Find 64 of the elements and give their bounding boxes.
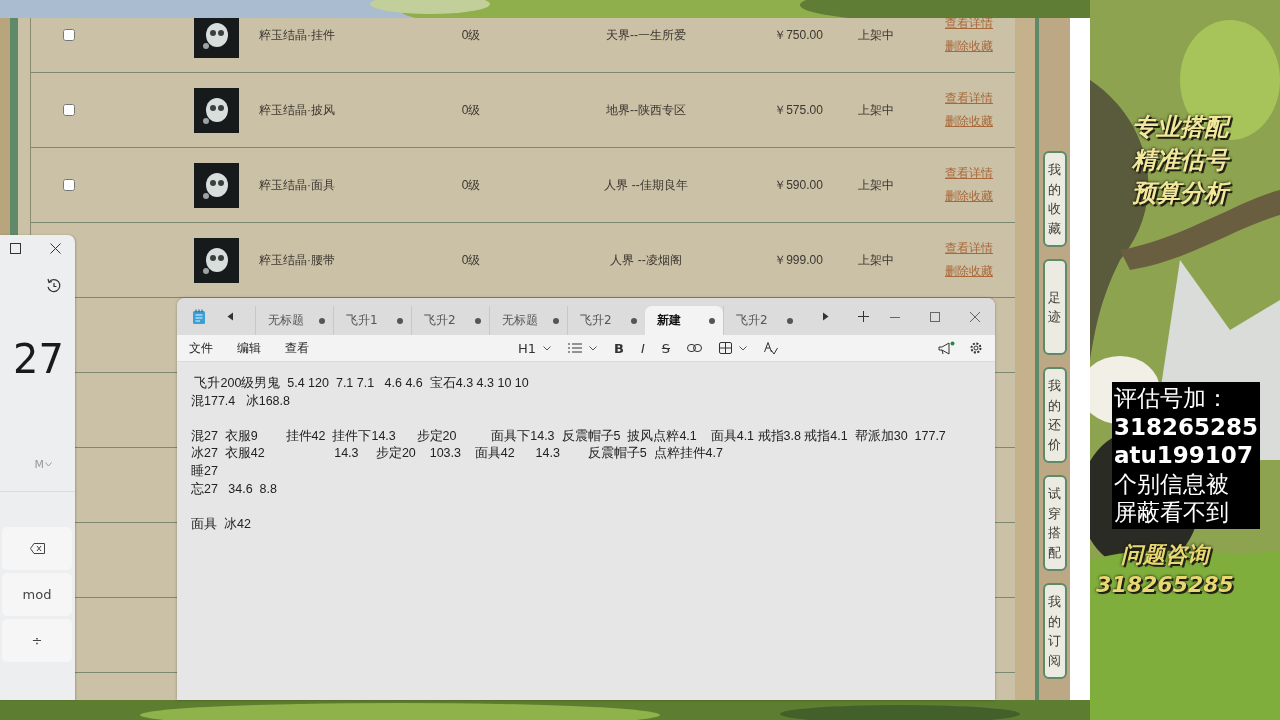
caret-icon[interactable] — [739, 345, 748, 351]
table-icon[interactable] — [719, 342, 733, 354]
row-checkbox[interactable] — [63, 104, 75, 116]
unsaved-dot-icon — [475, 317, 481, 324]
item-status: 上架中 — [857, 101, 895, 119]
item-grade: 0级 — [460, 251, 482, 269]
document-tab[interactable]: 新建 — [645, 306, 723, 335]
item-status: 上架中 — [857, 176, 895, 194]
menu-item[interactable]: 编辑 — [237, 339, 261, 357]
item-grade: 0级 — [460, 26, 482, 44]
unsaved-dot-icon — [787, 317, 793, 324]
unsaved-dot-icon — [397, 317, 403, 324]
backspace-icon — [29, 543, 45, 554]
row-checkbox[interactable] — [63, 29, 75, 41]
bold-button[interactable]: B — [614, 340, 624, 356]
side-tab[interactable]: 足迹 — [1042, 259, 1067, 355]
close-icon[interactable] — [50, 243, 61, 254]
caret-icon[interactable] — [543, 345, 552, 351]
unsaved-dot-icon — [553, 317, 559, 324]
add-tab-icon[interactable] — [858, 311, 869, 322]
calculator-key[interactable]: ÷ — [2, 619, 72, 662]
maximize-icon[interactable] — [10, 243, 21, 254]
caret-icon[interactable] — [589, 345, 598, 351]
side-tab[interactable]: 我的订阅 — [1042, 583, 1067, 679]
side-tab[interactable]: 试穿搭配 — [1042, 475, 1067, 571]
row-checkbox[interactable] — [63, 179, 75, 191]
server-name: 天界--一生所爱 — [605, 26, 687, 44]
italic-button[interactable]: I — [640, 340, 645, 356]
side-tab[interactable]: 我的还价 — [1042, 367, 1067, 463]
document-text[interactable]: 飞升200级男鬼 5.4 120 7.1 7.1 4.6 4.6 宝石4.3 4.3 10 10 混177.4 冰168.8 混27 衣服9 挂件42 挂件下14.3 步定20 面具下14.3 反震帽子5 披风点粹4.1 面具4.1 戒指3.8 戒指4.1 帮派加30 177.7 冰27 衣服42 14.3 步定20 103.3 面具42 14.3 反震帽子5 点粹挂件4.7 睡27 忘27 34.6 8.8 面具 冰42 — [191, 375, 946, 534]
list-icon[interactable] — [568, 343, 583, 353]
item-price: ￥999.00 — [773, 251, 824, 269]
item-name: 粹玉结晶·挂件 — [258, 26, 336, 44]
item-status: 上架中 — [857, 26, 895, 44]
strikethrough-button[interactable]: S — [661, 340, 671, 356]
item-price: ￥750.00 — [773, 26, 824, 44]
unsaved-dot-icon — [319, 317, 325, 324]
megaphone-icon[interactable] — [938, 340, 955, 356]
server-name: 地界--陕西专区 — [605, 101, 687, 119]
scroll-left-icon[interactable] — [227, 312, 234, 321]
scroll-right-icon[interactable] — [822, 312, 829, 321]
heading-button[interactable]: H1 — [518, 340, 537, 356]
item-name: 粹玉结晶·腰带 — [258, 251, 336, 269]
link-icon[interactable] — [687, 344, 703, 352]
item-grade: 0级 — [460, 176, 482, 194]
settings-icon[interactable] — [969, 341, 983, 355]
history-icon[interactable] — [46, 278, 62, 294]
item-name: 粹玉结晶·披风 — [258, 101, 336, 119]
server-name: 人界 --佳期良年 — [603, 176, 689, 194]
item-price: ￥575.00 — [773, 101, 824, 119]
calculator-display: 27 — [12, 336, 65, 382]
item-grade: 0级 — [460, 101, 482, 119]
spellcheck-icon[interactable] — [764, 341, 779, 355]
unsaved-dot-icon — [631, 317, 637, 324]
server-name: 人界 --凌烟阁 — [609, 251, 683, 269]
side-tab[interactable]: 我的收藏 — [1042, 151, 1067, 247]
item-status: 上架中 — [857, 251, 895, 269]
unsaved-dot-icon — [709, 317, 715, 324]
notepad-icon — [192, 308, 206, 325]
menu-item[interactable]: 查看 — [285, 339, 309, 357]
calculator-key[interactable]: mod — [2, 573, 72, 616]
item-price: ￥590.00 — [773, 176, 824, 194]
item-name: 粹玉结晶·面具 — [258, 176, 336, 194]
menu-item[interactable]: 文件 — [189, 339, 213, 357]
